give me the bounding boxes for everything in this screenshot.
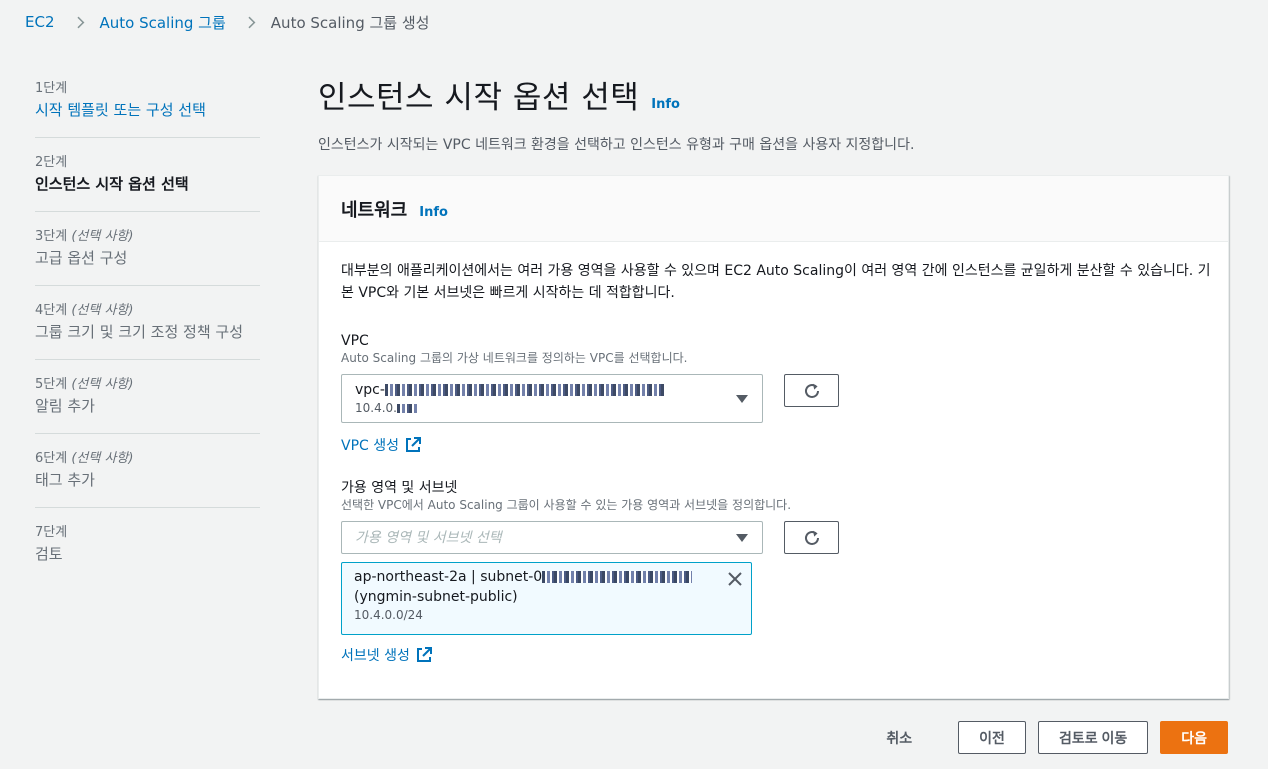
wizard-footer: 취소 이전 검토로 이동 다음 <box>886 721 1228 754</box>
vpc-label: VPC <box>341 333 369 349</box>
wizard-steps: 1단계 시작 템플릿 또는 구성 선택 2단계 인스턴스 시작 옵션 선택 3단… <box>35 80 260 597</box>
step-number: 1단계 <box>35 81 68 96</box>
step-2: 2단계 인스턴스 시작 옵션 선택 <box>35 154 260 212</box>
step-5: 5단계 (선택 사항) 알림 추가 <box>35 376 260 434</box>
step-number: 2단계 <box>35 155 68 170</box>
skip-to-review-button[interactable]: 검토로 이동 <box>1037 721 1149 754</box>
network-panel-title: 네트워크 <box>341 200 408 221</box>
redacted-text <box>384 384 665 396</box>
step-6: 6단계 (선택 사항) 태그 추가 <box>35 450 260 508</box>
next-button[interactable]: 다음 <box>1160 721 1228 754</box>
step-3: 3단계 (선택 사항) 고급 옵션 구성 <box>35 228 260 286</box>
vpc-selected-cidr: 10.4.0. <box>355 401 397 415</box>
step-4-title: 그룹 크기 및 크기 조정 정책 구성 <box>35 323 244 341</box>
step-1-link[interactable]: 시작 템플릿 또는 구성 선택 <box>35 99 260 121</box>
previous-button[interactable]: 이전 <box>958 721 1026 754</box>
close-icon[interactable] <box>727 571 743 587</box>
chevron-right-icon <box>243 16 256 28</box>
create-vpc-link[interactable]: VPC 생성 <box>341 435 1206 455</box>
refresh-icon <box>804 383 819 398</box>
breadcrumb-ec2[interactable]: EC2 <box>25 13 55 31</box>
step-optional: (선택 사항) <box>71 451 134 466</box>
step-optional: (선택 사항) <box>71 303 134 318</box>
subnet-token-name: (yngmin-subnet-public) <box>354 589 518 605</box>
step-2-title: 인스턴스 시작 옵션 선택 <box>35 175 189 193</box>
step-7: 7단계 검토 <box>35 524 260 581</box>
main-content: 인스턴스 시작 옵션 선택 Info 인스턴스가 시작되는 VPC 네트워크 환… <box>318 72 1229 699</box>
external-link-icon <box>406 437 422 452</box>
create-subnet-label: 서브넷 생성 <box>341 648 410 664</box>
external-link-icon <box>416 647 432 662</box>
breadcrumb: EC2 Auto Scaling 그룹 Auto Scaling 그룹 생성 <box>25 11 429 33</box>
step-number: 3단계 <box>35 229 68 244</box>
chevron-right-icon <box>72 16 84 28</box>
redacted-text <box>542 571 693 583</box>
step-6-title: 태그 추가 <box>35 471 95 489</box>
az-subnet-description: 선택한 VPC에서 Auto Scaling 그룹이 사용할 수 있는 가용 영… <box>341 498 792 512</box>
az-subnet-placeholder: 가용 영역 및 서브넷 선택 <box>355 530 502 546</box>
vpc-description: Auto Scaling 그룹의 가상 네트워크를 정의하는 VPC를 선택합니… <box>341 351 688 365</box>
breadcrumb-auto-scaling-groups[interactable]: Auto Scaling 그룹 <box>100 12 226 33</box>
page-title: 인스턴스 시작 옵션 선택 <box>318 80 640 116</box>
vpc-select[interactable]: vpc- 10.4.0. <box>341 374 763 423</box>
step-7-title: 검토 <box>35 545 63 563</box>
step-number: 6단계 <box>35 451 68 466</box>
selected-subnet-token: ap-northeast-2a | subnet-0 (yngmin-subne… <box>341 562 752 635</box>
vpc-selected-id: vpc- <box>355 382 385 398</box>
az-subnet-label: 가용 영역 및 서브넷 <box>341 480 458 496</box>
network-panel-header: 네트워크 Info <box>319 176 1228 242</box>
subnet-refresh-button[interactable] <box>784 521 839 554</box>
step-1: 1단계 시작 템플릿 또는 구성 선택 <box>35 80 260 138</box>
network-info-link[interactable]: Info <box>419 205 448 220</box>
breadcrumb-current: Auto Scaling 그룹 생성 <box>270 13 430 32</box>
create-vpc-label: VPC 생성 <box>341 438 400 454</box>
subnet-token-id: ap-northeast-2a | subnet-0 <box>354 569 543 585</box>
network-description: 대부분의 애플리케이션에서는 여러 가용 영역을 사용할 수 있으며 EC2 A… <box>341 263 1211 301</box>
step-optional: (선택 사항) <box>71 229 134 244</box>
step-number: 4단계 <box>35 303 68 318</box>
step-3-title: 고급 옵션 구성 <box>35 249 128 267</box>
caret-down-icon <box>736 534 748 542</box>
network-panel: 네트워크 Info 대부분의 애플리케이션에서는 여러 가용 영역을 사용할 수… <box>318 175 1229 699</box>
caret-down-icon <box>736 395 748 403</box>
create-subnet-link[interactable]: 서브넷 생성 <box>341 645 1206 665</box>
step-number: 7단계 <box>35 525 68 540</box>
page-info-link[interactable]: Info <box>651 97 680 112</box>
page-description: 인스턴스가 시작되는 VPC 네트워크 환경을 선택하고 인스턴스 유형과 구매… <box>318 137 915 153</box>
cancel-button[interactable]: 취소 <box>886 728 912 748</box>
step-5-title: 알림 추가 <box>35 397 95 415</box>
vpc-refresh-button[interactable] <box>784 374 839 407</box>
az-subnet-select[interactable]: 가용 영역 및 서브넷 선택 <box>341 521 763 554</box>
redacted-text <box>396 404 417 413</box>
step-number: 5단계 <box>35 377 68 392</box>
refresh-icon <box>804 530 819 545</box>
subnet-token-cidr: 10.4.0.0/24 <box>354 608 423 622</box>
step-4: 4단계 (선택 사항) 그룹 크기 및 크기 조정 정책 구성 <box>35 302 260 360</box>
step-optional: (선택 사항) <box>71 377 134 392</box>
